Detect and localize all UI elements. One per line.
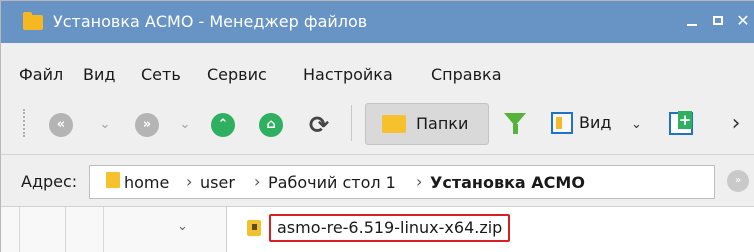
chevron-down-icon[interactable]: ⌄ — [631, 113, 649, 137]
refresh-icon[interactable]: ⟳ — [305, 111, 333, 139]
breadcrumb-home[interactable]: home — [124, 173, 169, 192]
menu-view[interactable]: Вид — [83, 65, 115, 84]
window-title: Установка АСМО - Менеджер файлов — [53, 12, 368, 31]
menu-bar: Файл Вид Сеть Сервис Настройка Справка — [1, 43, 754, 91]
folder-icon — [382, 115, 406, 133]
chevron-down-icon[interactable]: ⌄ — [177, 113, 193, 137]
address-bar: Адрес: home › user › Рабочий стол 1 › Ус… — [1, 155, 754, 207]
minimize-icon — [687, 24, 697, 26]
up-icon[interactable]: ⌃ — [211, 113, 235, 137]
breadcrumb-current[interactable]: Установка АСМО — [430, 173, 585, 192]
close-icon: ✕ — [736, 11, 750, 30]
zip-file-icon — [247, 220, 261, 236]
go-icon[interactable]: » — [727, 170, 749, 192]
file-item[interactable]: asmo-re-6.519-linux-x64.zip — [269, 214, 511, 242]
folders-button[interactable]: Папки — [365, 103, 489, 145]
menu-file[interactable]: Файл — [19, 65, 63, 84]
toolbar-grip[interactable] — [23, 109, 27, 137]
menu-network[interactable]: Сеть — [141, 65, 181, 84]
folder-icon — [106, 172, 120, 188]
chevron-right-icon[interactable]: › — [726, 109, 746, 139]
chevron-down-icon[interactable]: ⌄ — [97, 113, 113, 137]
view-icon[interactable] — [551, 112, 573, 134]
maximize-button[interactable] — [707, 9, 729, 33]
file-manager-window: Установка АСМО - Менеджер файлов ✕ Файл … — [0, 0, 754, 252]
chevron-right-icon: › — [416, 172, 423, 191]
breadcrumb-user[interactable]: user — [200, 173, 235, 192]
maximize-icon — [713, 16, 723, 25]
new-panel-icon[interactable] — [669, 111, 693, 135]
chevron-right-icon: › — [254, 172, 261, 191]
toolbar-separator — [351, 105, 352, 141]
file-list-pane[interactable]: asmo-re-6.519-linux-x64.zip — [229, 207, 754, 252]
address-field[interactable]: home › user › Рабочий стол 1 › Установка… — [89, 165, 715, 199]
home-icon[interactable]: ⌂ — [259, 113, 283, 137]
menu-service[interactable]: Сервис — [207, 65, 267, 84]
breadcrumb-desktop[interactable]: Рабочий стол 1 — [268, 173, 396, 192]
folders-label: Папки — [416, 114, 469, 133]
menu-help[interactable]: Справка — [431, 65, 502, 84]
tree-column-divider — [103, 207, 104, 252]
folder-icon — [23, 12, 43, 30]
back-icon[interactable]: « — [49, 113, 73, 137]
toolbar: « ⌄ » ⌄ ⌃ ⌂ ⟳ Папки Вид ⌄ › — [1, 91, 754, 155]
close-button[interactable]: ✕ — [732, 9, 754, 33]
forward-icon[interactable]: » — [135, 113, 159, 137]
view-label[interactable]: Вид — [579, 113, 611, 132]
title-bar[interactable]: Установка АСМО - Менеджер файлов ✕ — [1, 1, 754, 43]
chevron-right-icon: › — [186, 172, 193, 191]
minimize-button[interactable] — [682, 9, 704, 33]
folder-tree-pane[interactable]: ⌄ — [1, 207, 227, 252]
tree-column-divider — [65, 207, 66, 252]
tree-column-divider — [19, 207, 20, 252]
filter-icon-stem — [513, 124, 518, 134]
menu-settings[interactable]: Настройка — [303, 65, 393, 84]
chevron-down-icon[interactable]: ⌄ — [177, 219, 188, 234]
address-label: Адрес: — [21, 172, 78, 191]
content-area: ⌄ asmo-re-6.519-linux-x64.zip — [1, 207, 754, 252]
